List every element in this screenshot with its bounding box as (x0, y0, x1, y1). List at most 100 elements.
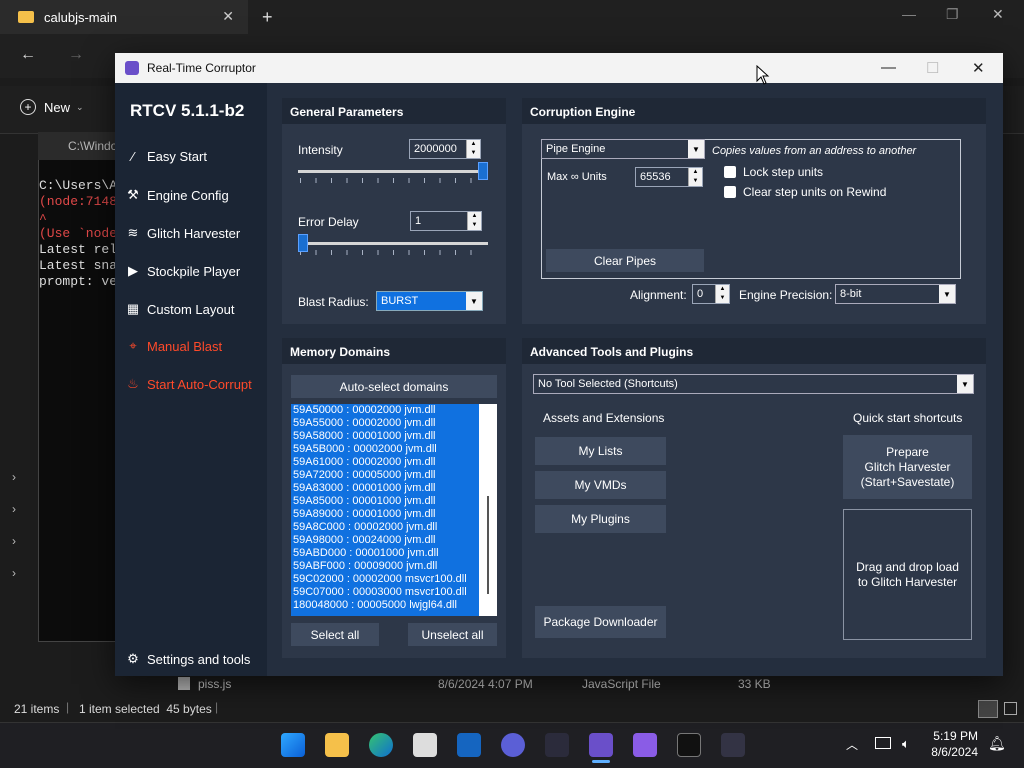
memory-domain-items: 59A50000 : 00002000 jvm.dll 59A55000 : 0… (291, 404, 479, 616)
version-label: RTCV 5.1.1-b2 (130, 101, 245, 120)
clear-pipes-button[interactable]: Clear Pipes (546, 249, 704, 272)
list-item[interactable]: 59A58000 : 00001000 jvm.dll (291, 430, 479, 443)
tool-select[interactable]: No Tool Selected (Shortcuts) ▼ (533, 374, 974, 394)
list-item[interactable]: 59C02000 : 00002000 msvcr100.dll (291, 573, 479, 586)
explorer-minimize-button[interactable]: — (902, 6, 916, 22)
spinner-arrows-icon[interactable]: ▲ ▼ (467, 212, 481, 230)
select-all-button[interactable]: Select all (291, 623, 379, 646)
my-plugins-button[interactable]: My Plugins (535, 505, 666, 533)
nav-expand-icon[interactable]: › (12, 502, 16, 516)
list-item[interactable]: 59A55000 : 00002000 jvm.dll (291, 417, 479, 430)
memory-domain-list[interactable]: 59A50000 : 00002000 jvm.dll 59A55000 : 0… (291, 404, 497, 616)
sidebar-item-engine-config[interactable]: ⚒ Engine Config (125, 187, 229, 203)
back-icon[interactable]: ← (20, 46, 36, 64)
explorer-tab[interactable]: calubjs-main ✕ (0, 0, 248, 34)
unselect-all-button[interactable]: Unselect all (408, 623, 497, 646)
app-icon[interactable] (721, 733, 745, 757)
list-item[interactable]: 59A61000 : 00002000 jvm.dll (291, 456, 479, 469)
console-title-text: C:\Windo (68, 139, 118, 153)
spinner-arrows-icon[interactable]: ▲ ▼ (466, 140, 480, 158)
sidebar-item-glitch-harvester[interactable]: ≋ Glitch Harvester (125, 225, 241, 241)
lock-step-checkbox[interactable]: Lock step units (724, 165, 823, 179)
close-tab-icon[interactable]: ✕ (222, 8, 234, 25)
list-item[interactable]: 180048000 : 00005000 lwjgl64.dll (291, 599, 479, 612)
explorer-close-button[interactable]: ✕ (992, 6, 1004, 23)
chevron-down-icon: ⌄ (76, 101, 84, 112)
sidebar-item-start-auto-corrupt[interactable]: ♨ Start Auto-Corrupt (125, 376, 252, 392)
nav-expand-icon[interactable]: › (12, 470, 16, 484)
bell-icon[interactable]: 🔔︎ (988, 735, 1006, 752)
alignment-input[interactable]: 0 ▲ ▼ (692, 284, 730, 304)
edge-icon[interactable] (369, 733, 393, 757)
rtcv-titlebar[interactable]: Real-Time Corruptor (115, 53, 1003, 83)
list-item[interactable]: 59ABF000 : 00009000 jvm.dll (291, 560, 479, 573)
error-delay-input[interactable]: 1 ▲ ▼ (410, 211, 482, 231)
volume-icon[interactable]: 🔈︎ (902, 736, 910, 752)
rtcv-taskbar-icon[interactable] (589, 733, 613, 757)
auto-select-domains-button[interactable]: Auto-select domains (291, 375, 497, 398)
new-button[interactable]: + New ⌄ (20, 99, 84, 115)
intensity-slider[interactable] (298, 162, 488, 183)
package-downloader-button[interactable]: Package Downloader (535, 606, 666, 638)
rtcv-close-button[interactable]: ✕ (972, 59, 985, 77)
slider-track (298, 242, 488, 245)
list-item[interactable]: 59A72000 : 00005000 jvm.dll (291, 469, 479, 482)
rtcv-maximize-button[interactable]: ☐ (926, 59, 939, 77)
slider-thumb[interactable] (478, 162, 488, 180)
clock[interactable]: 5:19 PM 8/6/2024 (931, 728, 978, 760)
file-row[interactable]: piss.js 8/6/2024 4:07 PM JavaScript File… (160, 674, 1020, 694)
spinner-arrows-icon[interactable]: ▲ ▼ (715, 285, 729, 303)
list-item[interactable]: 59A89000 : 00001000 jvm.dll (291, 508, 479, 521)
list-item[interactable]: 59A50000 : 00002000 jvm.dll (291, 404, 479, 417)
sidebar-item-manual-blast[interactable]: ⌖ Manual Blast (125, 338, 222, 354)
app-icon[interactable] (545, 733, 569, 757)
details-view-icon[interactable] (978, 700, 998, 718)
terminal-icon[interactable] (677, 733, 701, 757)
network-icon[interactable] (875, 737, 891, 749)
drop-zone[interactable]: Drag and drop load to Glitch Harvester (843, 509, 972, 640)
slider-ticks (300, 250, 486, 255)
spinner-arrows-icon[interactable]: ▲ ▼ (688, 168, 702, 186)
list-item[interactable]: 59C07000 : 00003000 msvcr100.dll (291, 586, 479, 599)
intensity-label: Intensity (298, 143, 343, 157)
list-item[interactable]: 59A8C000 : 00002000 jvm.dll (291, 521, 479, 534)
max-units-input[interactable]: 65536 ▲ ▼ (635, 167, 703, 187)
intensity-input[interactable]: 2000000 ▲ ▼ (409, 139, 481, 159)
firefox-icon[interactable] (501, 733, 525, 757)
file-explorer-icon[interactable] (325, 733, 349, 757)
nav-expand-icon[interactable]: › (12, 566, 16, 580)
prepare-glitch-harvester-button[interactable]: Prepare Glitch Harvester (Start+Savestat… (843, 435, 972, 499)
list-item[interactable]: 59A5B000 : 00002000 jvm.dll (291, 443, 479, 456)
list-item[interactable]: 59A83000 : 00001000 jvm.dll (291, 482, 479, 495)
sidebar-item-custom-layout[interactable]: ▦ Custom Layout (125, 301, 235, 317)
outlook-icon[interactable] (457, 733, 481, 757)
store-icon[interactable] (413, 733, 437, 757)
list-scrollbar[interactable] (487, 496, 489, 594)
clear-step-checkbox[interactable]: Clear step units on Rewind (724, 185, 886, 199)
my-lists-button[interactable]: My Lists (535, 437, 666, 465)
list-item[interactable]: 59A85000 : 00001000 jvm.dll (291, 495, 479, 508)
app-icon[interactable] (633, 733, 657, 757)
explorer-maximize-button[interactable]: ❐ (946, 6, 959, 23)
settings-button[interactable]: ⚙ Settings and tools (125, 651, 250, 667)
nav-expand-icon[interactable]: › (12, 534, 16, 548)
list-item[interactable]: 59ABD000 : 00001000 jvm.dll (291, 547, 479, 560)
blast-radius-select[interactable]: BURST ▼ (376, 291, 483, 311)
list-item[interactable]: 59A98000 : 00024000 jvm.dll (291, 534, 479, 547)
tiles-view-icon[interactable] (1004, 702, 1017, 715)
chevron-up-icon[interactable]: ︿ (846, 736, 858, 753)
new-tab-button[interactable]: + (262, 7, 273, 28)
forward-icon[interactable]: → (68, 46, 84, 64)
error-delay-label: Error Delay (298, 215, 359, 229)
slider-thumb[interactable] (298, 234, 308, 252)
explorer-status-bar: 21 items | 1 item selected 45 bytes | (0, 696, 1024, 722)
engine-select[interactable]: Pipe Engine ▼ (541, 139, 705, 159)
sidebar-item-easy-start[interactable]: ⁄ Easy Start (125, 149, 207, 164)
memory-domains-title: Memory Domains (282, 338, 506, 364)
start-icon[interactable] (281, 733, 305, 757)
sidebar-item-stockpile-player[interactable]: ▶ Stockpile Player (125, 263, 240, 279)
rtcv-minimize-button[interactable]: — (881, 59, 896, 76)
precision-select[interactable]: 8-bit ▼ (835, 284, 956, 304)
error-delay-slider[interactable] (298, 234, 488, 255)
my-vmds-button[interactable]: My VMDs (535, 471, 666, 499)
